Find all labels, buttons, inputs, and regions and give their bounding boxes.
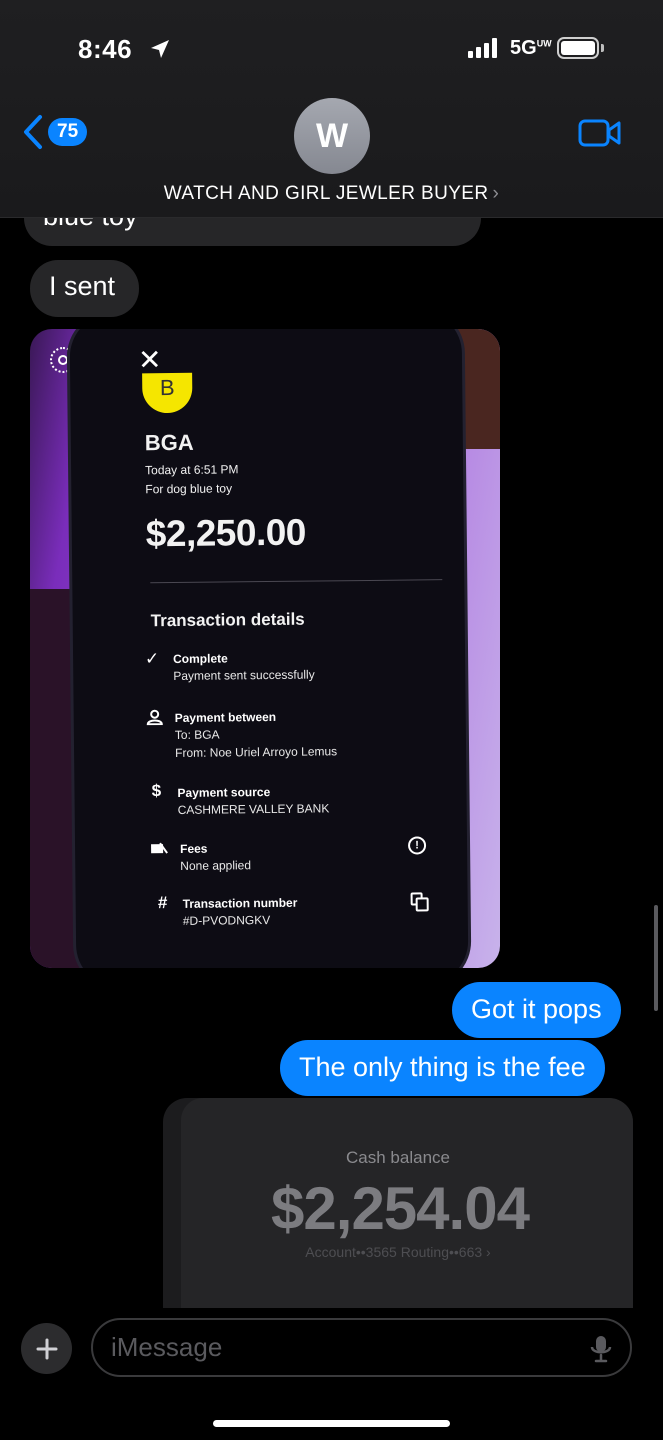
fees-icon: [151, 842, 168, 854]
person-icon: [146, 709, 163, 726]
scroll-indicator[interactable]: [654, 905, 658, 1011]
merchant-name: BGA: [144, 429, 194, 456]
row-line: #D-PVODNGKV: [182, 913, 271, 928]
payment-screenshot-image[interactable]: ✕ B BGA Today at 6:51 PM For dog blue to…: [30, 329, 500, 968]
info-icon: !: [407, 836, 427, 855]
unread-count-badge: 75: [48, 118, 88, 146]
network-type: 5GUW: [510, 37, 552, 59]
payment-amount: $2,250.00: [145, 511, 307, 555]
checkmark-icon: ✓: [144, 649, 160, 669]
plus-icon: [36, 1338, 57, 1359]
location-arrow-icon: [151, 40, 169, 58]
payment-date: Today at 6:51 PM: [145, 462, 239, 478]
back-button[interactable]: 75: [22, 114, 88, 150]
cash-balance-amount: $2,254.04: [271, 1175, 530, 1242]
row-line: From: Noe Uriel Arroyo Lemus: [175, 744, 338, 760]
microphone-icon[interactable]: [590, 1334, 612, 1364]
copy-icon: [410, 892, 423, 906]
transaction-details-title: Transaction details: [150, 609, 305, 631]
home-indicator[interactable]: [213, 1420, 450, 1427]
row-title: Payment source: [177, 784, 271, 800]
avatar[interactable]: W: [294, 98, 370, 174]
message-outgoing[interactable]: The only thing is the fee: [280, 1040, 605, 1096]
status-time: 8:46: [78, 34, 133, 64]
row-line: CASHMERE VALLEY BANK: [177, 801, 330, 817]
chevron-left-icon: [24, 115, 42, 149]
row-line: To: BGA: [174, 727, 220, 742]
hash-icon: #: [157, 893, 168, 913]
conversation-header: 8:46 5GUW 75 W WATCH AND GIRL JEWLER BUY…: [0, 0, 663, 218]
payment-note: For dog blue toy: [145, 481, 233, 497]
close-icon: ✕: [137, 344, 162, 376]
phone-in-photo: ✕ B BGA Today at 6:51 PM For dog blue to…: [66, 329, 472, 968]
message-outgoing[interactable]: Got it pops: [452, 982, 621, 1038]
chevron-right-icon: ›: [492, 183, 500, 204]
message-incoming[interactable]: I sent: [30, 260, 140, 317]
battery-icon: [557, 37, 599, 59]
row-title: Complete: [173, 651, 228, 667]
account-routing-info: Account••3565 Routing••663 ›: [305, 1244, 491, 1260]
dollar-icon: $: [151, 781, 162, 801]
contact-name[interactable]: WATCH AND GIRL JEWLER BUYER ›: [0, 183, 663, 205]
row-line: Payment sent successfully: [173, 667, 315, 684]
cash-balance-label: Cash balance: [346, 1148, 450, 1167]
video-call-icon[interactable]: [578, 118, 622, 148]
add-attachment-button[interactable]: [21, 1323, 72, 1374]
row-title: Payment between: [174, 709, 277, 725]
cash-balance-attachment[interactable]: Cash balance $2,254.04 Account••3565 Rou…: [163, 1098, 633, 1318]
divider: [150, 579, 443, 584]
imessage-input[interactable]: iMessage: [91, 1318, 632, 1377]
cellular-signal-icon: [468, 38, 497, 58]
row-line: None applied: [180, 858, 252, 873]
row-title: Fees: [180, 841, 208, 856]
battery-tip: [601, 44, 604, 52]
merchant-avatar: B: [142, 372, 193, 414]
row-title: Transaction number: [182, 895, 298, 911]
